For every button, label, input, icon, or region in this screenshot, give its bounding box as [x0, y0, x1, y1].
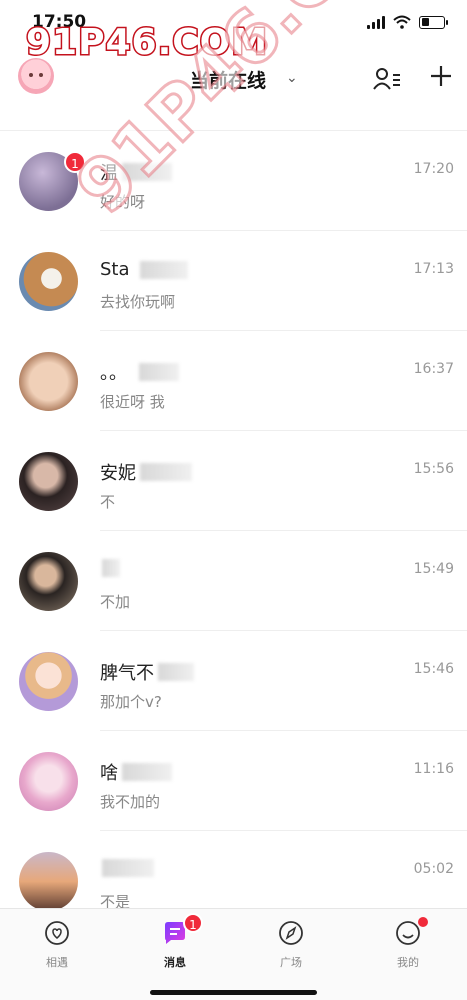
- heart-icon: [45, 921, 69, 945]
- avatar[interactable]: [19, 552, 78, 611]
- compass-icon: [279, 921, 303, 945]
- signal-icon: [367, 15, 385, 29]
- chat-name: 脾气不: [100, 659, 194, 685]
- tab-label: 我的: [397, 956, 419, 969]
- unread-badge: 1: [183, 913, 203, 933]
- chat-row[interactable]: 啥 我不加的 11:16: [0, 731, 467, 831]
- avatar[interactable]: [19, 452, 78, 511]
- tab-label: 广场: [280, 956, 302, 969]
- chat-name: [100, 559, 120, 577]
- chat-time: 17:13: [413, 261, 454, 277]
- chat-preview: 很近呀 我: [100, 393, 165, 411]
- chat-time: 17:20: [413, 161, 454, 177]
- chat-time: 15:49: [413, 561, 454, 577]
- tab-messages[interactable]: 1 消息: [145, 913, 205, 970]
- chat-list: 1 温 好的呀 17:20 Sta 去找你玩啊 17:13 。。 很近呀 我 1…: [0, 131, 467, 931]
- chat-row[interactable]: Sta 去找你玩啊 17:13: [0, 231, 467, 331]
- chat-time: 16:37: [413, 361, 454, 377]
- avatar[interactable]: [19, 652, 78, 711]
- profile-avatar[interactable]: [18, 58, 54, 94]
- chat-preview: 不: [100, 493, 116, 511]
- chat-preview: 我不加的: [100, 793, 161, 811]
- chat-row[interactable]: 。。 很近呀 我 16:37: [0, 331, 467, 431]
- chat-row[interactable]: 脾气不 那加个v? 15:46: [0, 631, 467, 731]
- chat-name: 安妮: [100, 459, 192, 485]
- unread-badge: 1: [64, 151, 86, 173]
- chat-row[interactable]: 1 温 好的呀 17:20: [0, 131, 467, 231]
- chat-time: 11:16: [413, 761, 454, 777]
- online-filter-title[interactable]: 当前在线: [190, 66, 266, 93]
- chat-name: [100, 859, 154, 877]
- notification-dot: [418, 917, 428, 927]
- chat-name: Sta: [100, 259, 188, 280]
- avatar[interactable]: [19, 752, 78, 811]
- chat-name: 温: [100, 159, 172, 185]
- avatar[interactable]: [19, 352, 78, 411]
- chat-row[interactable]: 不加 15:49: [0, 531, 467, 631]
- battery-icon: [419, 15, 448, 29]
- watermark-logo: 91P46.COM: [24, 21, 269, 65]
- tab-meet[interactable]: 相遇: [27, 919, 87, 970]
- contacts-icon[interactable]: [372, 66, 402, 92]
- chat-time: 15:46: [413, 661, 454, 677]
- chat-row[interactable]: 安妮 不 15:56: [0, 431, 467, 531]
- tab-label: 相遇: [46, 956, 68, 969]
- chat-time: 05:02: [413, 861, 454, 877]
- home-indicator: [150, 990, 317, 995]
- chat-name: 。。: [100, 359, 179, 385]
- chat-preview: 不加: [100, 593, 131, 611]
- tab-label: 消息: [164, 956, 186, 969]
- chat-preview: 那加个v?: [100, 693, 162, 711]
- chat-time: 15:56: [413, 461, 454, 477]
- wifi-icon: [393, 15, 411, 29]
- chat-preview: 去找你玩啊: [100, 293, 176, 311]
- add-icon[interactable]: [429, 63, 453, 89]
- avatar[interactable]: [19, 252, 78, 311]
- chat-name: 啥: [100, 759, 172, 785]
- tab-square[interactable]: 广场: [261, 919, 321, 970]
- chevron-down-icon[interactable]: ⌄: [286, 70, 298, 86]
- tab-me[interactable]: 我的: [378, 917, 438, 970]
- chat-preview: 好的呀: [100, 193, 146, 211]
- tab-bar: 相遇 1 消息 广场 我的: [0, 908, 467, 1000]
- avatar[interactable]: [19, 852, 78, 911]
- status-icons: [367, 15, 448, 29]
